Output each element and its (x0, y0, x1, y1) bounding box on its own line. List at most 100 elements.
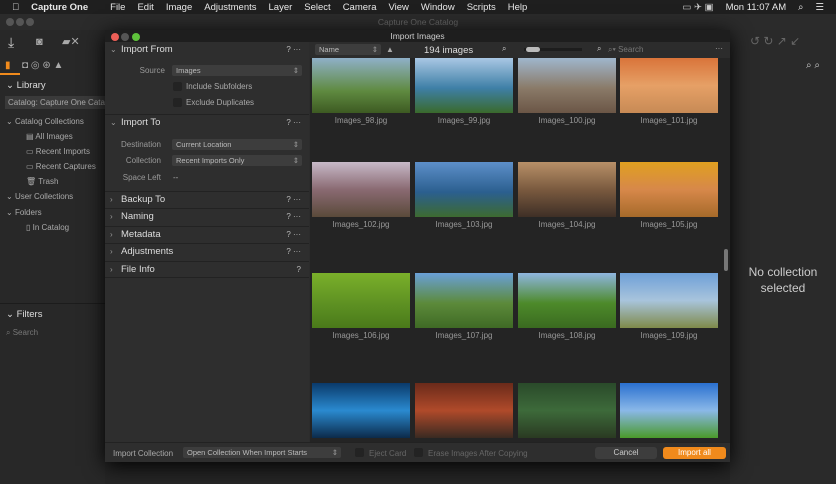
apple-icon[interactable]:  (12, 2, 19, 13)
thumbnail-label: Images_106.jpg (332, 331, 390, 340)
menu-file[interactable]: File (110, 2, 125, 13)
erase-images-checkbox[interactable] (414, 448, 423, 457)
thumbnail-image[interactable] (312, 383, 410, 438)
section-adjustments[interactable]: › Adjustments? ··· (105, 243, 309, 260)
eject-card-label: Eject Card (369, 449, 407, 458)
thumbnail-image[interactable] (312, 58, 410, 113)
thumbnail-image[interactable] (518, 58, 616, 113)
dialog-title-text: Import Images (390, 31, 445, 41)
thumbnail-image[interactable] (415, 58, 513, 113)
section-import-from[interactable]: ⌄ Import From? ··· (105, 42, 309, 59)
cancel-button[interactable]: Cancel (595, 447, 657, 459)
collection-trash[interactable]: 🗑 Trash (26, 177, 58, 186)
thumbnail-label: Images_109.jpg (640, 331, 698, 340)
thumbnail-image[interactable] (312, 273, 410, 328)
window-controls[interactable] (6, 18, 35, 28)
folder-in-catalog[interactable]: ▯ In Catalog (26, 223, 69, 232)
menu-window[interactable]: Window (421, 2, 455, 13)
library-header[interactable]: ⌄ Library (6, 80, 46, 91)
user-collections-header[interactable]: ⌄ User Collections (6, 192, 73, 201)
include-subfolders-checkbox[interactable] (173, 82, 182, 91)
section-naming[interactable]: › Naming? ··· (105, 208, 309, 225)
filters-header[interactable]: ⌄ Filters (6, 309, 42, 320)
thumbnail-image[interactable] (415, 383, 513, 438)
thumbnail-label: Images_98.jpg (334, 116, 388, 125)
zoom-icons[interactable]: ⌕ ⌕ (806, 60, 820, 71)
undo-redo-icons[interactable]: ↺ ↻ ↗ ↙ (750, 34, 800, 48)
notification-icon[interactable]: ☰ (815, 2, 824, 13)
image-count: 194 images (424, 45, 474, 56)
thumbnail-image[interactable] (518, 383, 616, 438)
menu-layer[interactable]: Layer (269, 2, 293, 13)
section-file-info[interactable]: › File Info? (105, 261, 309, 278)
library-tab-icon[interactable]: ▮ (5, 60, 11, 71)
dialog-footer: Import Collection Open Collection When I… (105, 442, 730, 462)
menu-edit[interactable]: Edit (137, 2, 153, 13)
collection-all-images[interactable]: ▤ All Images (26, 132, 73, 141)
section-backup-to[interactable]: › Backup To? ··· (105, 191, 309, 208)
menu-help[interactable]: Help (508, 2, 528, 13)
app-menu[interactable]: Capture One (31, 2, 88, 13)
include-subfolders-label: Include Subfolders (186, 82, 253, 91)
thumbnail-image[interactable] (620, 58, 718, 113)
filters-search[interactable]: ⌕ Search (6, 328, 38, 338)
zoom-in-icon[interactable]: ⌕ (597, 44, 601, 54)
import-collection-select[interactable]: Open Collection When Import Starts (183, 447, 341, 458)
grid-more-icon[interactable]: ··· (715, 44, 723, 53)
sort-direction-icon[interactable]: ▲ (386, 45, 394, 54)
active-tab-indicator (0, 73, 20, 75)
thumbnail-image[interactable] (620, 273, 718, 328)
import-settings-panel: ⌄Import From? ··· Source Images Include … (105, 42, 309, 442)
section-metadata[interactable]: › Metadata? ··· (105, 226, 309, 243)
collection-label: Collection (125, 156, 161, 165)
import-icon[interactable]: ⤓ (8, 34, 14, 51)
thumbnail-label: Images_99.jpg (437, 116, 491, 125)
library-panel: ⤓ ◙ ▰✕ ▮ ◘ ◎ ⊛ ▲ ⌄ Library Catalog: Capt… (0, 30, 105, 484)
app-window-title: Capture One Catalog (0, 14, 836, 30)
catalog-selector[interactable]: Catalog: Capture One Catalog (5, 96, 105, 109)
menu-camera[interactable]: Camera (343, 2, 377, 13)
thumbnail-image[interactable] (620, 383, 718, 438)
import-all-button[interactable]: Import all (663, 447, 726, 459)
grid-scrollbar[interactable] (724, 249, 728, 271)
dialog-title: Import Images (105, 30, 730, 42)
thumbnail-label: Images_107.jpg (435, 331, 493, 340)
spotlight-icon[interactable]: ⌕ (798, 2, 803, 13)
zoom-out-icon[interactable]: ⌕ (502, 44, 506, 54)
folder-delete-icon[interactable]: ▰✕ (62, 35, 80, 48)
space-left-value: -- (173, 173, 179, 182)
thumbnail-image[interactable] (518, 273, 616, 328)
folders-header[interactable]: ⌄ Folders (6, 208, 42, 217)
thumbnail-size-slider[interactable] (524, 47, 582, 52)
capture-tab-icon[interactable]: ◘ ◎ ⊛ ▲ (22, 60, 63, 71)
thumbnail-image[interactable] (415, 273, 513, 328)
grid-search[interactable]: ⌕▾ Search (608, 45, 643, 55)
thumbnail-image[interactable] (415, 162, 513, 217)
status-icons[interactable]: ▭ ✈ ▣ (682, 2, 713, 13)
collection-recent-captures[interactable]: ▭ Recent Captures (26, 162, 96, 171)
thumbnail-image[interactable] (518, 162, 616, 217)
exclude-duplicates-checkbox[interactable] (173, 98, 182, 107)
menu-bar:  Capture One File Edit Image Adjustment… (0, 0, 836, 14)
catalog-collections-header[interactable]: ⌄ Catalog Collections (6, 117, 84, 126)
thumbnail-image[interactable] (312, 162, 410, 217)
divider (0, 303, 105, 304)
collection-select[interactable]: Recent Imports Only (172, 155, 302, 166)
collection-recent-imports[interactable]: ▭ Recent Imports (26, 147, 90, 156)
menu-select[interactable]: Select (304, 2, 330, 13)
eject-card-checkbox[interactable] (355, 448, 364, 457)
menu-view[interactable]: View (388, 2, 408, 13)
section-import-to[interactable]: ⌄ Import To? ··· (105, 114, 309, 131)
menu-scripts[interactable]: Scripts (467, 2, 496, 13)
thumbnail-label: Images_102.jpg (332, 220, 390, 229)
destination-label: Destination (120, 140, 161, 149)
destination-select[interactable]: Current Location (172, 139, 302, 150)
source-select[interactable]: Images (172, 65, 302, 76)
menu-image[interactable]: Image (166, 2, 192, 13)
sort-select[interactable]: Name (315, 44, 381, 55)
camera-icon[interactable]: ◙ (36, 36, 43, 48)
thumbnail-image[interactable] (620, 162, 718, 217)
menu-adjustments[interactable]: Adjustments (204, 2, 256, 13)
slider-handle[interactable] (526, 47, 540, 52)
clock[interactable]: Mon 11:07 AM (726, 2, 787, 13)
